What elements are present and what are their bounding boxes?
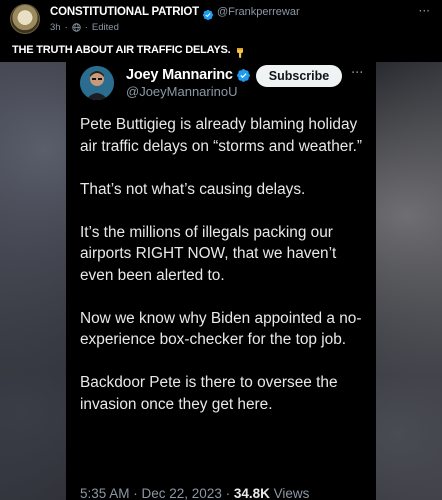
embed-more-options-icon: ···: [351, 66, 364, 81]
embed-footer: 5:35 AM · Dec 22, 2023 · 34.8K Views: [80, 486, 309, 500]
post-meta: 3h · · Edited: [50, 21, 119, 33]
embed-paragraph: That’s not what’s causing delays.: [80, 180, 306, 198]
subscribe-button: Subscribe: [256, 65, 342, 87]
embed-timestamp: 5:35 AM · Dec 22, 2023 ·: [80, 486, 231, 500]
embed-paragraph: It’s the millions of illegals packing ou…: [80, 223, 337, 284]
embedded-screenshot[interactable]: Joey Mannarinc @JoeyMannarinoU Subscribe…: [66, 62, 376, 500]
pointing-down-hand-icon: [234, 44, 246, 58]
embed-views-count: 34.8K: [233, 486, 270, 500]
embed-author-handle: @JoeyMannarinoU: [126, 84, 238, 99]
author-line: CONSTITUTIONAL PATRIOT @Frankperrewar: [50, 5, 300, 21]
post-page: CONSTITUTIONAL PATRIOT @Frankperrewar 3h…: [0, 0, 442, 500]
author-handle[interactable]: @Frankperrewar: [217, 6, 300, 18]
edited-label[interactable]: Edited: [92, 22, 119, 33]
embed-views-label: Views: [273, 486, 310, 500]
embed-paragraph: Pete Buttigieg is already blaming holida…: [80, 116, 362, 155]
embed-avatar: [80, 66, 114, 100]
separator-dot: ·: [84, 21, 88, 33]
embed-author-name: Joey Mannarinc: [126, 67, 233, 83]
globe-icon: [72, 22, 81, 32]
embed-tweet-body: Pete Buttigieg is already blaming holida…: [80, 114, 372, 437]
verified-badge-icon: [202, 6, 214, 21]
post-header: CONSTITUTIONAL PATRIOT @Frankperrewar 3h…: [0, 0, 442, 62]
embed-paragraph: Backdoor Pete is there to oversee the in…: [80, 374, 338, 413]
more-options-icon[interactable]: ···: [419, 4, 430, 18]
embed-paragraph: Now we know why Biden appointed a no-exp…: [80, 309, 362, 349]
post-time[interactable]: 3h: [50, 22, 61, 33]
embed-author-line: Joey Mannarinc: [126, 65, 251, 85]
avatar[interactable]: [10, 4, 40, 34]
post-text: THE TRUTH ABOUT AIR TRAFFIC DELAYS.: [12, 43, 246, 58]
verified-badge-icon: [236, 68, 251, 83]
author-name[interactable]: CONSTITUTIONAL PATRIOT: [50, 6, 199, 18]
separator-dot: ·: [64, 21, 68, 33]
post-text-content: THE TRUTH ABOUT AIR TRAFFIC DELAYS.: [12, 44, 231, 56]
